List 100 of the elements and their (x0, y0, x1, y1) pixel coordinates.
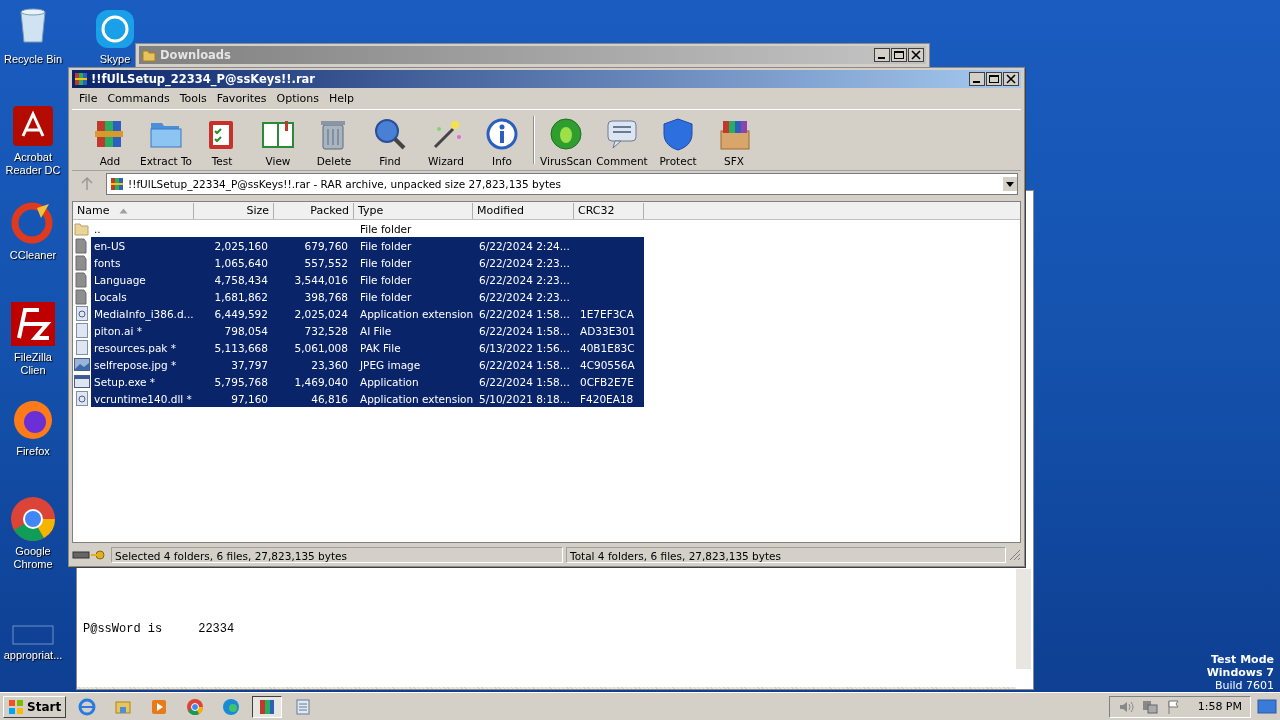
toolbar-button[interactable]: Test (194, 114, 250, 170)
maximize-button[interactable] (891, 48, 907, 62)
toolbar-button[interactable]: Extract To (138, 114, 194, 170)
file-row[interactable]: selfrepose.jpg * 37,797 23,360 JPEG image 6/22/2024 1:58... 4C90556A (91, 356, 644, 373)
file-row[interactable]: Language 4,758,434 3,544,016 File folder 6/22/2024 2:23... (91, 271, 644, 288)
table-cell-text: 2,025,024 (293, 307, 349, 320)
table-cell-text: AI File (359, 324, 393, 337)
file-row[interactable]: vcruntime140.dll * 97,160 46,816 Application extension 5/10/2021 8:18... F420EA18 (91, 390, 644, 407)
file-row[interactable]: piton.ai * 798,054 732,528 AI File 6/22/2024 1:58... AD33E301 (91, 322, 644, 339)
table-cell-text: 6/13/2022 1:56... (478, 341, 571, 354)
desktop-icon-label[interactable]: Recycle Bin (3, 53, 63, 66)
file-row[interactable]: resources.pak * 5,113,668 5,061,008 PAK File 6/13/2022 1:56... 40B1E83C (91, 339, 644, 356)
file-row[interactable]: Locals 1,681,862 398,768 File folder 6/22/2024 2:23... (91, 288, 644, 305)
gear-file-icon (74, 305, 90, 322)
toolbar-button[interactable]: Info (474, 114, 530, 170)
toolbar-button[interactable]: SFX (706, 114, 762, 170)
address-field[interactable]: !!fUlLSetup_22334_P@ssKeys!!.rar - RAR archive, unpacked size 27,823,135 bytes (106, 173, 1018, 195)
table-cell-text: .. (93, 222, 102, 235)
table-cell-text: 23,360 (310, 358, 349, 371)
column-header[interactable]: Name (73, 202, 194, 219)
table-cell-text: 40B1E83C (579, 341, 636, 354)
desktop-icon-label[interactable]: FileZilla Clien (0, 351, 66, 377)
toolbar-button[interactable]: View (250, 114, 306, 170)
table-cell-text: 6,449,592 (213, 307, 269, 320)
column-header[interactable]: Size (194, 202, 274, 219)
toolbar-button[interactable]: Wizard (418, 114, 474, 170)
menu-item[interactable]: File (74, 92, 103, 105)
table-cell-text: selfrepose.jpg * (93, 358, 178, 371)
desktop-icon-label[interactable]: CCleaner (9, 249, 57, 262)
table-cell-text: MediaInfo_i386.d... (93, 307, 194, 320)
start-button[interactable]: Start (3, 695, 67, 718)
table-cell-text: 37,797 (230, 358, 269, 371)
table-cell-text: 97,160 (230, 392, 269, 405)
vertical-scrollbar[interactable] (1016, 569, 1031, 669)
table-cell-text: 46,816 (310, 392, 349, 405)
minimize-button[interactable] (969, 72, 985, 86)
table-cell-text: F420EA18 (579, 392, 635, 405)
menu-item[interactable]: Commands (102, 92, 175, 105)
desktop-icon-label[interactable]: Acrobat Reader DC (0, 151, 66, 177)
desktop-icon-label[interactable]: Skype (99, 53, 131, 66)
toolbar-button[interactable]: Find (362, 114, 418, 170)
file-row[interactable]: en-US 2,025,160 679,760 File folder 6/22/2024 2:24... (91, 237, 644, 254)
table-cell-text: AD33E301 (579, 324, 637, 337)
info-icon (485, 117, 519, 151)
table-cell-text: 3,544,016 (293, 273, 349, 286)
taskbar-button[interactable] (252, 695, 283, 718)
file-row[interactable]: MediaInfo_i386.d... 6,449,592 2,025,024 Application extension 6/22/2024 1:58... 1E7EF3CA (91, 305, 644, 322)
toolbar-button[interactable]: Protect (650, 114, 706, 170)
clock[interactable]: 1:58 PM (1197, 700, 1242, 713)
file-row[interactable]: .. File folder (91, 220, 644, 237)
flag-icon[interactable] (1165, 698, 1182, 715)
file-row[interactable]: fonts 1,065,640 557,552 File folder 6/22/2024 2:23... (91, 254, 644, 271)
table-cell-text: 5,795,768 (213, 375, 269, 388)
maximize-button[interactable] (986, 72, 1002, 86)
minimize-button[interactable] (874, 48, 890, 62)
resize-grip-icon[interactable] (1009, 549, 1021, 561)
table-cell-text: 5/10/2021 8:18... (478, 392, 571, 405)
menu-item[interactable]: Help (323, 92, 360, 105)
table-cell-text: resources.pak * (93, 341, 177, 354)
table-cell-text: 6/22/2024 1:58... (478, 358, 571, 371)
text-line: P@ssWord is 22334 (83, 621, 235, 637)
table-cell-text: piton.ai * (93, 324, 144, 337)
menu-item[interactable]: Options (271, 92, 324, 105)
show-desktop-button[interactable] (1257, 697, 1277, 716)
table-cell-text: File folder (359, 222, 413, 235)
notepad-icon (294, 697, 313, 716)
column-header[interactable]: Modified (473, 202, 574, 219)
table-cell-text: 1,681,862 (213, 290, 269, 303)
table-cell-text: 4C90556A (579, 358, 636, 371)
table-cell-text: 6/22/2024 1:58... (478, 375, 571, 388)
file-row[interactable]: Setup.exe * 5,795,768 1,469,040 Application 6/22/2024 1:58... 0CFB2E7E (91, 373, 644, 390)
table-cell-text: 6/22/2024 2:24... (478, 239, 571, 252)
table-cell-text: 5,113,668 (213, 341, 269, 354)
menu-item[interactable]: Tools (174, 92, 212, 105)
column-header[interactable]: Type (354, 202, 473, 219)
toolbar-button[interactable]: Comment (594, 114, 650, 170)
status-text: Selected 4 folders, 6 files, 27,823,135 bytes (111, 547, 563, 563)
window-file-icon (74, 373, 90, 390)
menu-item[interactable]: Favorites (211, 92, 272, 105)
network-icon[interactable] (1141, 698, 1158, 715)
table-cell-text: 4,758,434 (213, 273, 269, 286)
watermark-text: Windows 7 (1206, 666, 1274, 679)
ftp-client-icon[interactable] (9, 300, 57, 348)
toolbar-button[interactable]: VirusScan (538, 114, 594, 170)
horizontal-scrollbar[interactable] (77, 687, 1016, 689)
file-icon (74, 339, 90, 356)
close-button[interactable] (1003, 72, 1019, 86)
table-cell-text: 557,552 (303, 256, 349, 269)
gear-file-icon (74, 390, 90, 407)
desktop-icon-label[interactable]: Firefox (16, 445, 50, 458)
toolbar-button[interactable]: Add (82, 114, 138, 170)
desktop-icon-label[interactable]: appropriat... (3, 649, 63, 662)
toolbar-button[interactable]: Delete (306, 114, 362, 170)
comment-icon (605, 117, 639, 151)
table-cell-text: Application extension (359, 392, 473, 405)
table-cell-text: 6/22/2024 1:58... (478, 307, 571, 320)
column-header[interactable]: CRC32 (574, 202, 644, 219)
desktop-icon-label[interactable]: Google Chrome (0, 545, 66, 571)
column-header[interactable]: Packed (274, 202, 354, 219)
close-button[interactable] (908, 48, 924, 62)
